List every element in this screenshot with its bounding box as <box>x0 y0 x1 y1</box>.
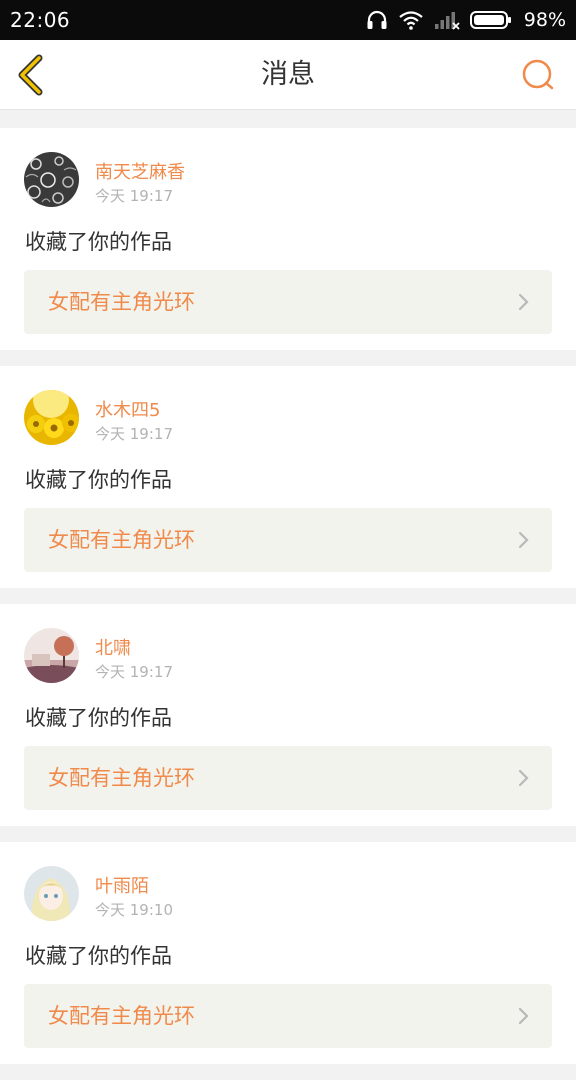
message-list: 南天芝麻香 今天 19:17 收藏了你的作品 女配有主角光环 水木四5 今天 1… <box>0 128 576 1080</box>
message-time: 今天 19:17 <box>95 425 173 443</box>
message-card: 叶雨陌 今天 19:10 收藏了你的作品 女配有主角光环 <box>0 842 576 1064</box>
search-icon <box>522 59 554 90</box>
user-name[interactable]: 南天芝麻香 <box>95 158 185 184</box>
work-title: 女配有主角光环 <box>48 1004 195 1028</box>
user-name[interactable]: 水木四5 <box>95 396 160 422</box>
work-link[interactable]: 女配有主角光环 <box>24 508 552 572</box>
chevron-right-icon <box>518 531 529 549</box>
chevron-right-icon <box>518 293 529 311</box>
status-bar: 22:06 98% <box>0 0 576 40</box>
avatar[interactable] <box>24 628 79 683</box>
message-time: 今天 19:10 <box>95 901 173 919</box>
work-link[interactable]: 女配有主角光环 <box>24 984 552 1048</box>
app-bar: 消息 <box>0 40 576 110</box>
page-title: 消息 <box>261 59 315 90</box>
status-time: 22:06 <box>10 8 71 32</box>
battery-percentage: 98% <box>523 9 566 31</box>
work-link[interactable]: 女配有主角光环 <box>24 746 552 810</box>
wifi-icon <box>398 10 424 30</box>
signal-icon <box>434 10 460 30</box>
message-card: 南天芝麻香 今天 19:17 收藏了你的作品 女配有主角光环 <box>0 128 576 350</box>
work-link[interactable]: 女配有主角光环 <box>24 270 552 334</box>
avatar[interactable] <box>24 390 79 445</box>
chevron-right-icon <box>518 769 529 787</box>
chevron-right-icon <box>518 1007 529 1025</box>
work-title: 女配有主角光环 <box>48 528 195 552</box>
message-time: 今天 19:17 <box>95 663 173 681</box>
headphones-icon <box>366 10 388 30</box>
message-card: 北啸 今天 19:17 收藏了你的作品 女配有主角光环 <box>0 604 576 826</box>
message-card: 水木四5 今天 19:17 收藏了你的作品 女配有主角光环 <box>0 366 576 588</box>
message-text: 收藏了你的作品 <box>25 230 172 254</box>
work-title: 女配有主角光环 <box>48 766 195 790</box>
avatar[interactable] <box>24 152 79 207</box>
message-text: 收藏了你的作品 <box>25 706 172 730</box>
battery-icon <box>469 10 512 30</box>
user-name[interactable]: 北啸 <box>95 634 131 660</box>
search-button[interactable] <box>520 57 556 93</box>
message-time: 今天 19:17 <box>95 187 173 205</box>
user-name[interactable]: 叶雨陌 <box>95 872 149 898</box>
status-icons: 98% <box>366 9 566 31</box>
message-text: 收藏了你的作品 <box>25 468 172 492</box>
work-title: 女配有主角光环 <box>48 290 195 314</box>
message-text: 收藏了你的作品 <box>25 944 172 968</box>
avatar[interactable] <box>24 866 79 921</box>
